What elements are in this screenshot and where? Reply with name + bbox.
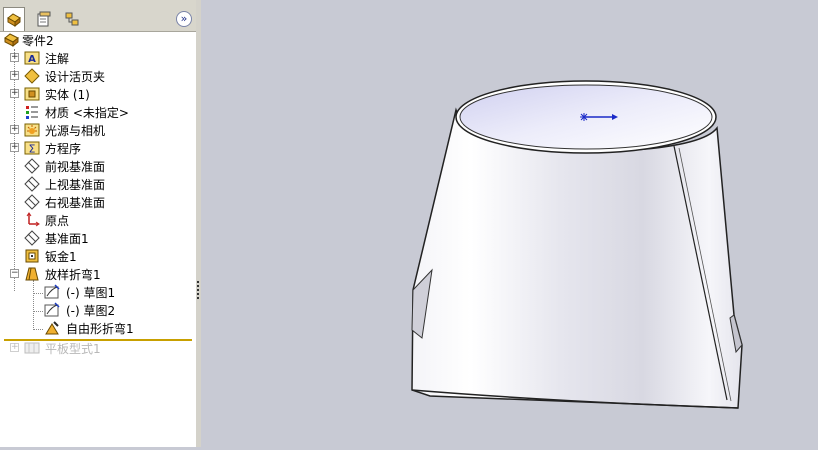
tree-item-label: 自由形折弯1: [66, 322, 134, 336]
tree-item-material[interactable]: 材质 <未指定>: [0, 103, 196, 121]
double-chevron-right-icon: »: [180, 12, 188, 25]
expand-icon[interactable]: +: [10, 143, 19, 152]
tree-item-plane1[interactable]: 基准面1: [0, 229, 196, 247]
tree-item-label: (-) 草图1: [66, 286, 116, 300]
expand-icon[interactable]: +: [10, 89, 19, 98]
tree-item-label: 注解: [45, 52, 70, 66]
equations-icon: Σ: [24, 141, 40, 156]
tree-item-flat-pattern[interactable]: + 平板型式1: [0, 339, 196, 357]
splitter-grip: [197, 297, 199, 299]
tree-item-sheetmetal1[interactable]: 钣金1: [0, 247, 196, 265]
tree-item-label: 放样折弯1: [45, 268, 101, 282]
tree-item-origin[interactable]: 原点: [0, 211, 196, 229]
origin-icon: [26, 212, 40, 227]
plane-icon: [24, 230, 40, 246]
tree-item-label: 光源与相机: [45, 124, 106, 138]
tree-item-label: 原点: [45, 214, 70, 228]
tree-item-label: 材质 <未指定>: [45, 106, 129, 120]
tree-item-annotations[interactable]: + A 注解: [0, 49, 196, 67]
flat-pattern-icon: [24, 342, 40, 354]
tree-item-front-plane[interactable]: 前视基准面: [0, 157, 196, 175]
tree-item-label: 钣金1: [45, 250, 77, 264]
splitter-grip: [197, 293, 199, 295]
propertymanager-tab[interactable]: [33, 8, 55, 30]
tree-item-sketch2[interactable]: (-) 草图2: [0, 301, 196, 319]
tree-item-lofted-bend1[interactable]: − 放样折弯1: [0, 265, 196, 283]
cone-body: [411, 107, 743, 409]
annotations-icon: A: [24, 51, 40, 65]
tree-item-lights-cameras[interactable]: + 光源与相机: [0, 121, 196, 139]
sketch-icon: [44, 302, 60, 317]
splitter-grip: [197, 289, 199, 291]
tree-item-label: (-) 草图2: [66, 304, 116, 318]
lofted-bend-icon: [25, 267, 39, 281]
tree-item-label: 基准面1: [45, 232, 89, 246]
expand-panel-button[interactable]: »: [176, 11, 192, 27]
tree-item-label: 上视基准面: [45, 178, 106, 192]
tree-item-top-plane[interactable]: 上视基准面: [0, 175, 196, 193]
configurationmanager-icon: [65, 12, 79, 26]
tree-item-free-bend1[interactable]: 自由形折弯1: [0, 319, 196, 337]
featuremanager-icon: [7, 12, 21, 27]
featuremanager-tab[interactable]: [3, 7, 25, 31]
propertymanager-icon: [37, 11, 51, 27]
manager-tab-bar: »: [0, 0, 196, 32]
splitter-grip: [197, 281, 199, 283]
tree-item-sketch1[interactable]: (-) 草图1: [0, 283, 196, 301]
plane-icon: [24, 158, 40, 174]
material-icon: [26, 106, 38, 119]
tree-item-solid-bodies[interactable]: + 实体 (1): [0, 85, 196, 103]
tree-item-label: 实体 (1): [45, 88, 90, 102]
tree-item-root[interactable]: 零件2: [0, 31, 196, 49]
expand-icon[interactable]: +: [10, 71, 19, 80]
tree-item-label: 零件2: [22, 34, 54, 48]
feature-manager-panel: » 零件2 + A 注解 + 设计活页夹 + 实体 (1) 材质 <未指定> +…: [0, 0, 197, 447]
plane-icon: [24, 194, 40, 210]
expand-icon[interactable]: +: [10, 343, 19, 352]
lights-cameras-icon: [24, 123, 40, 137]
tree-item-label: 设计活页夹: [45, 70, 106, 84]
tree-item-label: 方程序: [45, 142, 82, 156]
expand-icon[interactable]: +: [10, 125, 19, 134]
sheetmetal-cone-model[interactable]: [201, 0, 818, 447]
tree-item-design-binder[interactable]: + 设计活页夹: [0, 67, 196, 85]
expand-icon[interactable]: +: [10, 53, 19, 62]
tree-item-label: 前视基准面: [45, 160, 106, 174]
sheetmetal-icon: [25, 249, 39, 263]
plane-icon: [24, 176, 40, 192]
splitter-grip: [197, 285, 199, 287]
tree-item-right-plane[interactable]: 右视基准面: [0, 193, 196, 211]
svg-text:A: A: [28, 54, 36, 65]
free-bend-icon: [45, 321, 59, 335]
collapse-icon[interactable]: −: [10, 269, 19, 278]
sketch-icon: [44, 284, 60, 299]
solid-bodies-icon: [24, 87, 40, 101]
graphics-viewport[interactable]: [201, 0, 818, 447]
tree-item-label: 右视基准面: [45, 196, 106, 210]
svg-text:Σ: Σ: [29, 143, 36, 156]
tree-item-equations[interactable]: + Σ 方程序: [0, 139, 196, 157]
tree-item-label: 平板型式1: [45, 342, 101, 356]
design-binder-icon: [24, 68, 40, 84]
part-icon: [4, 33, 19, 48]
configurationmanager-tab[interactable]: [61, 8, 83, 30]
